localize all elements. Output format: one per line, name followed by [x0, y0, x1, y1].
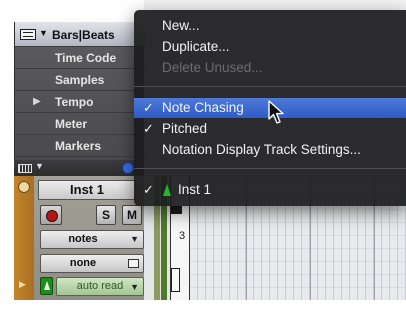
ruler-label: Meter — [55, 117, 88, 131]
menu-item-label: Duplicate... — [162, 39, 230, 54]
menu-item-label: Inst 1 — [178, 182, 212, 197]
menu-item-new[interactable]: New... — [134, 16, 406, 36]
mouse-pointer-icon — [268, 100, 284, 124]
ruler-label: Samples — [55, 73, 105, 87]
midi-track-icon — [163, 184, 171, 196]
chevron-down-icon[interactable]: ▼ — [35, 161, 44, 171]
playlist-selector[interactable]: none — [40, 254, 144, 273]
menu-item-delete-unused: Delete Unused... — [134, 58, 406, 78]
ruler-meter[interactable]: Meter — [15, 113, 145, 135]
playlist-menu-icon — [128, 259, 139, 268]
menu-item-duplicate[interactable]: Duplicate... — [134, 37, 406, 57]
track-collapse-button[interactable] — [18, 181, 30, 193]
octave-number: 3 — [179, 230, 186, 242]
ruler-label: Tempo — [55, 95, 94, 109]
automation-mode-selector[interactable]: auto read ▼ — [56, 277, 144, 296]
main-timebase-ruler[interactable]: ▼ Bars|Beats — [15, 22, 145, 47]
track-view-selector[interactable]: notes ▼ — [40, 230, 144, 249]
automation-row: auto read ▼ — [40, 277, 144, 296]
track-view-value: notes — [68, 233, 98, 245]
timebase-clock-icon[interactable] — [122, 162, 134, 174]
menu-item-label: New... — [162, 18, 200, 33]
chevron-down-icon: ▼ — [130, 282, 139, 292]
menu-item-inst-1[interactable]: ✓ Inst 1 — [134, 180, 406, 200]
show-lanes-triangle-icon[interactable]: ▶ — [19, 279, 26, 290]
checkmark-icon: ✓ — [143, 121, 154, 136]
main-timebase-label: Bars|Beats — [52, 28, 115, 42]
menu-separator — [134, 168, 406, 169]
black-key — [171, 206, 182, 214]
ruler-view-panel: ▼ Bars|Beats Time Code Samples ▶ Tempo M… — [14, 22, 145, 160]
menu-item-label: Pitched — [162, 121, 208, 136]
menu-item-label: Delete Unused... — [162, 60, 263, 75]
checkmark-icon: ✓ — [143, 100, 154, 115]
menu-item-label: Notation Display Track Settings... — [162, 142, 361, 157]
menu-item-notation-display-settings[interactable]: Notation Display Track Settings... — [134, 140, 406, 160]
white-key — [171, 268, 180, 292]
mute-button[interactable]: M — [122, 205, 142, 225]
ruler-view-menu-icon[interactable] — [20, 29, 36, 40]
ruler-time-code[interactable]: Time Code — [15, 47, 145, 69]
menu-item-label: Note Chasing — [162, 100, 244, 115]
ruler-tempo[interactable]: ▶ Tempo — [15, 91, 145, 113]
track-name-field[interactable]: Inst 1 — [38, 180, 136, 200]
menu-separator — [134, 86, 406, 87]
ruler-label: Markers — [55, 139, 102, 153]
input-monitor-icon[interactable] — [40, 277, 53, 295]
edit-window-view-icon[interactable] — [18, 164, 32, 173]
ruler-label: Time Code — [55, 51, 117, 65]
track-header-toolbar: ▼ — [14, 160, 144, 176]
ruler-samples[interactable]: Samples — [15, 69, 145, 91]
checkmark-icon: ✓ — [143, 182, 154, 197]
automation-mode-value: auto read — [76, 280, 124, 292]
chevron-down-icon[interactable]: ▼ — [39, 28, 48, 38]
chevron-down-icon: ▼ — [130, 234, 139, 244]
solo-button[interactable]: S — [96, 205, 116, 225]
ruler-markers[interactable]: Markers — [15, 135, 145, 157]
playlist-value: none — [69, 257, 97, 269]
record-enable-button[interactable] — [40, 205, 62, 225]
expand-triangle-icon[interactable]: ▶ — [33, 96, 41, 107]
